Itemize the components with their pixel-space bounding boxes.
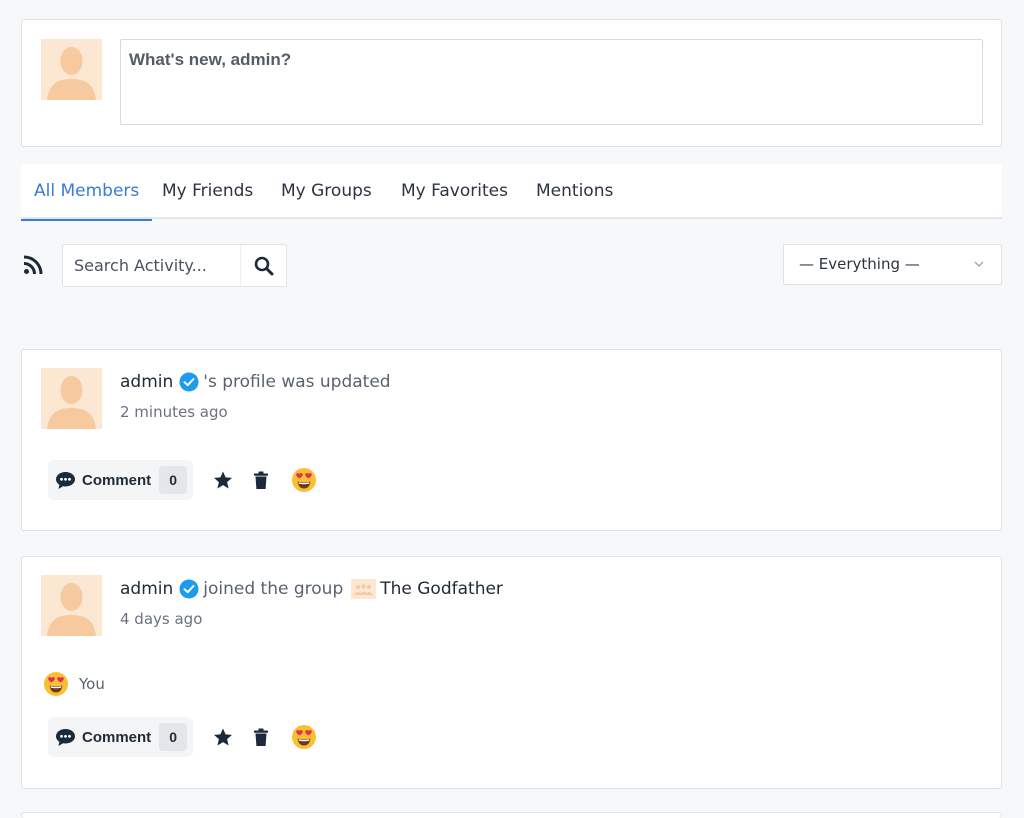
trash-icon [254, 471, 269, 489]
reactions-summary: You [43, 671, 105, 697]
comment-button[interactable]: Comment 0 [48, 460, 194, 500]
tab-my-friends[interactable]: My Friends [162, 164, 253, 219]
tab-my-groups[interactable]: My Groups [281, 164, 372, 219]
activity-timestamp[interactable]: 4 days ago [120, 610, 202, 628]
tab-my-favorites[interactable]: My Favorites [401, 164, 508, 219]
avatar-silhouette-icon [41, 368, 102, 429]
comment-button[interactable]: Comment 0 [48, 717, 194, 757]
activity-tabs: All Members My Friends My Groups My Favo… [20, 164, 1002, 221]
activity-description: admin joined the group The Godfather [120, 579, 503, 599]
delete-button[interactable] [253, 728, 269, 747]
verified-badge-icon [179, 372, 199, 392]
user-link[interactable]: admin [120, 372, 173, 392]
avatar-silhouette-icon [41, 39, 102, 100]
reaction-button[interactable] [291, 724, 317, 750]
avatar-silhouette-icon [41, 575, 102, 636]
activity-action-text: 's profile was updated [203, 372, 391, 392]
comment-label: Comment [82, 728, 152, 746]
activity-description: admin 's profile was updated [120, 372, 391, 392]
comment-count: 0 [159, 466, 188, 494]
search-icon [254, 256, 273, 275]
comment-bubble-icon [56, 728, 75, 746]
delete-button[interactable] [253, 471, 269, 490]
activity-filter-select[interactable]: — Everything — [783, 244, 1002, 285]
trash-icon [254, 728, 269, 746]
search-button[interactable] [240, 245, 286, 286]
favorite-button[interactable] [213, 728, 233, 747]
activity-item: admin joined the group The Godfather 4 d… [21, 556, 1002, 789]
filter-selected-value: — Everything — [799, 255, 920, 273]
favorite-button[interactable] [213, 471, 233, 490]
comment-bubble-icon [56, 471, 75, 489]
user-avatar[interactable] [41, 368, 102, 429]
chevron-down-icon [974, 261, 984, 267]
group-avatar[interactable] [351, 579, 377, 599]
search-activity-input[interactable] [63, 245, 241, 286]
heart-eyes-emoji-icon [292, 725, 317, 749]
reaction-button[interactable] [291, 467, 317, 493]
star-icon [214, 471, 233, 488]
group-people-icon [351, 579, 377, 599]
activity-item-next [21, 812, 1002, 818]
user-avatar[interactable] [41, 575, 102, 636]
heart-eyes-emoji-icon [44, 672, 68, 696]
activity-action-text: joined the group [203, 579, 344, 599]
star-icon [214, 728, 233, 745]
verified-badge-icon [179, 579, 199, 599]
whats-new-textarea[interactable]: What's new, admin? [120, 39, 983, 125]
rss-feed-icon[interactable] [23, 255, 43, 275]
heart-eyes-emoji-icon [292, 468, 317, 492]
activity-actions: Comment 0 [48, 460, 317, 500]
tab-mentions[interactable]: Mentions [536, 164, 613, 219]
group-link[interactable]: The Godfather [380, 579, 503, 599]
user-link[interactable]: admin [120, 579, 173, 599]
tab-all-members[interactable]: All Members [20, 164, 153, 221]
activity-actions: Comment 0 [48, 717, 317, 757]
activity-timestamp[interactable]: 2 minutes ago [120, 403, 228, 421]
comment-count: 0 [159, 723, 188, 751]
activity-item: admin 's profile was updated 2 minutes a… [21, 349, 1002, 531]
comment-label: Comment [82, 471, 152, 489]
current-user-avatar[interactable] [41, 39, 102, 100]
reaction-user-name[interactable]: You [79, 675, 105, 693]
search-activity-box [62, 244, 287, 287]
whats-new-box: What's new, admin? [21, 19, 1002, 147]
